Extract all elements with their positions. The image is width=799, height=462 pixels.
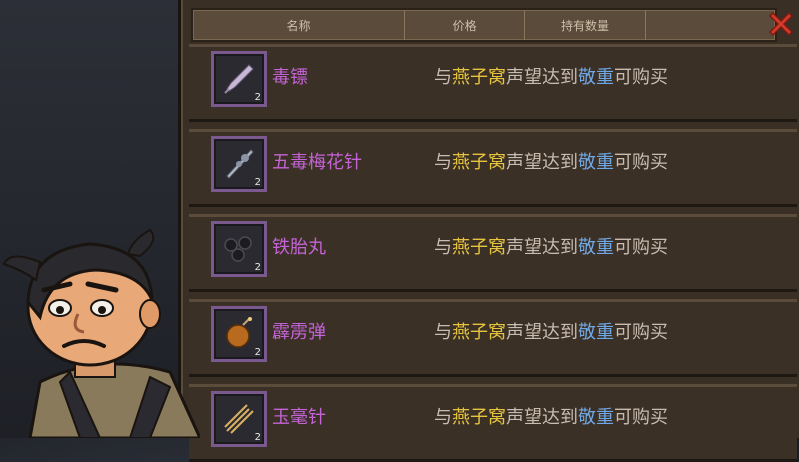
item-name: 玉毫针: [272, 407, 326, 428]
item-count: 2: [254, 347, 261, 358]
item-slot[interactable]: 2: [211, 391, 267, 447]
list-item[interactable]: 2 铁胎丸 与燕子窝声望达到敬重可购买: [189, 214, 797, 292]
column-name: 名称: [193, 10, 405, 40]
item-slot[interactable]: 2: [211, 51, 267, 107]
purchase-requirement: 与燕子窝声望达到敬重可购买: [434, 237, 668, 258]
list-item[interactable]: 2 霹雳弹 与燕子窝声望达到敬重可购买: [189, 299, 797, 377]
purchase-requirement: 与燕子窝声望达到敬重可购买: [434, 67, 668, 88]
jade-needles-icon: [224, 404, 254, 434]
iron-balls-icon: [224, 236, 252, 262]
purchase-requirement: 与燕子窝声望达到敬重可购买: [434, 152, 668, 173]
close-icon: [768, 11, 794, 37]
item-name: 五毒梅花针: [272, 152, 362, 173]
npc-portrait: [2, 228, 200, 438]
dart-icon: [224, 64, 254, 94]
close-button[interactable]: [764, 8, 798, 40]
list-item[interactable]: 2 五毒梅花针 与燕子窝声望达到敬重可购买: [189, 129, 797, 207]
list-item[interactable]: 2 玉毫针 与燕子窝声望达到敬重可购买: [189, 384, 797, 462]
list-item[interactable]: 2 毒镖 与燕子窝声望达到敬重可购买: [189, 44, 797, 122]
column-spacer: [646, 10, 775, 40]
item-slot[interactable]: 2: [211, 136, 267, 192]
shop-panel: 名称 价格 持有数量 2 毒镖 与燕子窝声望达到敬重可购买 2 五毒梅花针 与燕…: [178, 0, 799, 462]
column-header: 名称 价格 持有数量: [191, 8, 777, 42]
item-count: 2: [254, 262, 261, 273]
thunder-bomb-icon: [226, 317, 252, 348]
plum-needle-icon: [226, 149, 254, 179]
purchase-requirement: 与燕子窝声望达到敬重可购买: [434, 322, 668, 343]
item-slot[interactable]: 2: [211, 306, 267, 362]
item-count: 2: [254, 92, 261, 103]
column-price: 价格: [405, 10, 526, 40]
column-owned: 持有数量: [525, 10, 646, 40]
item-name: 霹雳弹: [272, 322, 326, 343]
item-count: 2: [254, 177, 261, 188]
item-name: 毒镖: [272, 67, 308, 88]
item-name: 铁胎丸: [272, 237, 326, 258]
item-slot[interactable]: 2: [211, 221, 267, 277]
purchase-requirement: 与燕子窝声望达到敬重可购买: [434, 407, 668, 428]
